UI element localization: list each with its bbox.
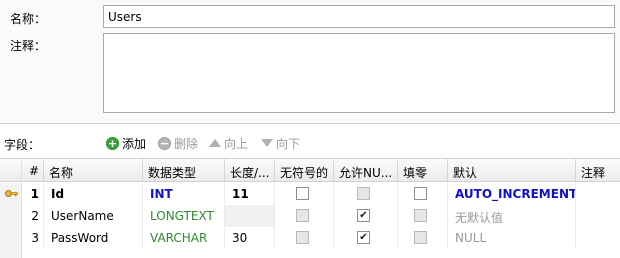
field-default-cell[interactable]: 无默认值 (448, 205, 576, 227)
field-type-cell[interactable]: LONGTEXT (143, 205, 225, 227)
zerofill-checkbox[interactable] (414, 231, 427, 244)
name-label: 名称： (10, 12, 47, 26)
header-gutter (0, 159, 22, 181)
row-number: 1 (22, 183, 44, 205)
add-field-button[interactable]: + 添加 (106, 134, 146, 152)
header-length[interactable]: 长度/... (225, 159, 275, 181)
table-row[interactable]: 1 Id INT 11 AUTO_INCREMENT (0, 183, 620, 205)
field-length-cell[interactable]: 30 (225, 227, 275, 249)
move-down-button[interactable]: 向下 (261, 134, 300, 152)
table-comment-textarea[interactable] (103, 33, 615, 113)
add-field-label: 添加 (122, 136, 147, 151)
fields-toolbar: 字段： + 添加 − 删除 向上 向下 (0, 132, 620, 154)
zerofill-checkbox[interactable] (414, 187, 427, 200)
table-properties-panel: 名称： 注释： (0, 0, 620, 124)
field-length-cell[interactable] (225, 205, 275, 227)
fields-label: 字段： (4, 138, 41, 152)
comment-label: 注释： (10, 39, 47, 53)
field-type-cell[interactable]: INT (143, 183, 225, 205)
field-type-cell[interactable]: VARCHAR (143, 227, 225, 249)
field-comment-cell[interactable] (576, 227, 620, 249)
zerofill-cell (398, 227, 448, 249)
delete-field-button[interactable]: − 删除 (158, 134, 198, 152)
triangle-down-icon (261, 139, 273, 147)
table-row[interactable]: 3 PassWord VARCHAR 30 ✔ NULL (0, 227, 620, 249)
row-number: 2 (22, 205, 44, 227)
fields-grid: # 名称 数据类型 长度/... 无符号的 允许NU... 填零 默认 注释 1… (0, 158, 620, 258)
unsigned-cell (275, 227, 334, 249)
grid-header: # 名称 数据类型 长度/... 无符号的 允许NU... 填零 默认 注释 (0, 158, 620, 182)
unsigned-checkbox[interactable] (295, 231, 309, 244)
header-unsigned[interactable]: 无符号的 (275, 159, 334, 181)
row-gutter-cell (0, 205, 22, 227)
plus-circle-icon: + (106, 136, 119, 150)
allow-null-checkbox[interactable]: ✔ (357, 231, 370, 244)
table-row[interactable]: 2 UserName LONGTEXT ✔ 无默认值 (0, 205, 620, 227)
unsigned-cell (275, 183, 334, 205)
field-name-cell[interactable]: UserName (44, 205, 143, 227)
allow-null-cell (334, 183, 398, 205)
delete-field-label: 删除 (174, 136, 199, 151)
row-number: 3 (22, 227, 44, 249)
field-length-cell[interactable]: 11 (225, 183, 275, 205)
field-name-cell[interactable]: Id (44, 183, 143, 205)
field-default-cell[interactable]: AUTO_INCREMENT (448, 183, 576, 205)
row-gutter-cell (0, 183, 22, 205)
unsigned-cell (275, 205, 334, 227)
minus-circle-icon: − (158, 136, 171, 150)
move-up-button[interactable]: 向上 (209, 134, 248, 152)
header-default[interactable]: 默认 (448, 159, 576, 181)
header-allow-null[interactable]: 允许NU... (334, 159, 398, 181)
header-comment[interactable]: 注释 (576, 159, 620, 181)
header-zerofill[interactable]: 填零 (398, 159, 448, 181)
move-up-label: 向上 (224, 136, 249, 151)
zerofill-checkbox[interactable] (414, 209, 427, 222)
header-type[interactable]: 数据类型 (143, 159, 225, 181)
field-comment-cell[interactable] (576, 183, 620, 205)
allow-null-checkbox[interactable] (357, 187, 370, 200)
unsigned-checkbox[interactable] (295, 209, 309, 222)
field-name-cell[interactable]: PassWord (44, 227, 143, 249)
unsigned-checkbox[interactable] (295, 187, 309, 200)
triangle-up-icon (209, 139, 221, 147)
table-name-input[interactable] (103, 5, 615, 28)
header-num[interactable]: # (22, 159, 44, 181)
allow-null-cell: ✔ (334, 227, 398, 249)
move-down-label: 向下 (276, 136, 301, 151)
allow-null-checkbox[interactable]: ✔ (357, 209, 370, 222)
allow-null-cell: ✔ (334, 205, 398, 227)
header-name[interactable]: 名称 (44, 159, 143, 181)
zerofill-cell (398, 205, 448, 227)
field-default-cell[interactable]: NULL (448, 227, 576, 249)
zerofill-cell (398, 183, 448, 205)
field-comment-cell[interactable] (576, 205, 620, 227)
row-gutter-cell (0, 227, 22, 249)
